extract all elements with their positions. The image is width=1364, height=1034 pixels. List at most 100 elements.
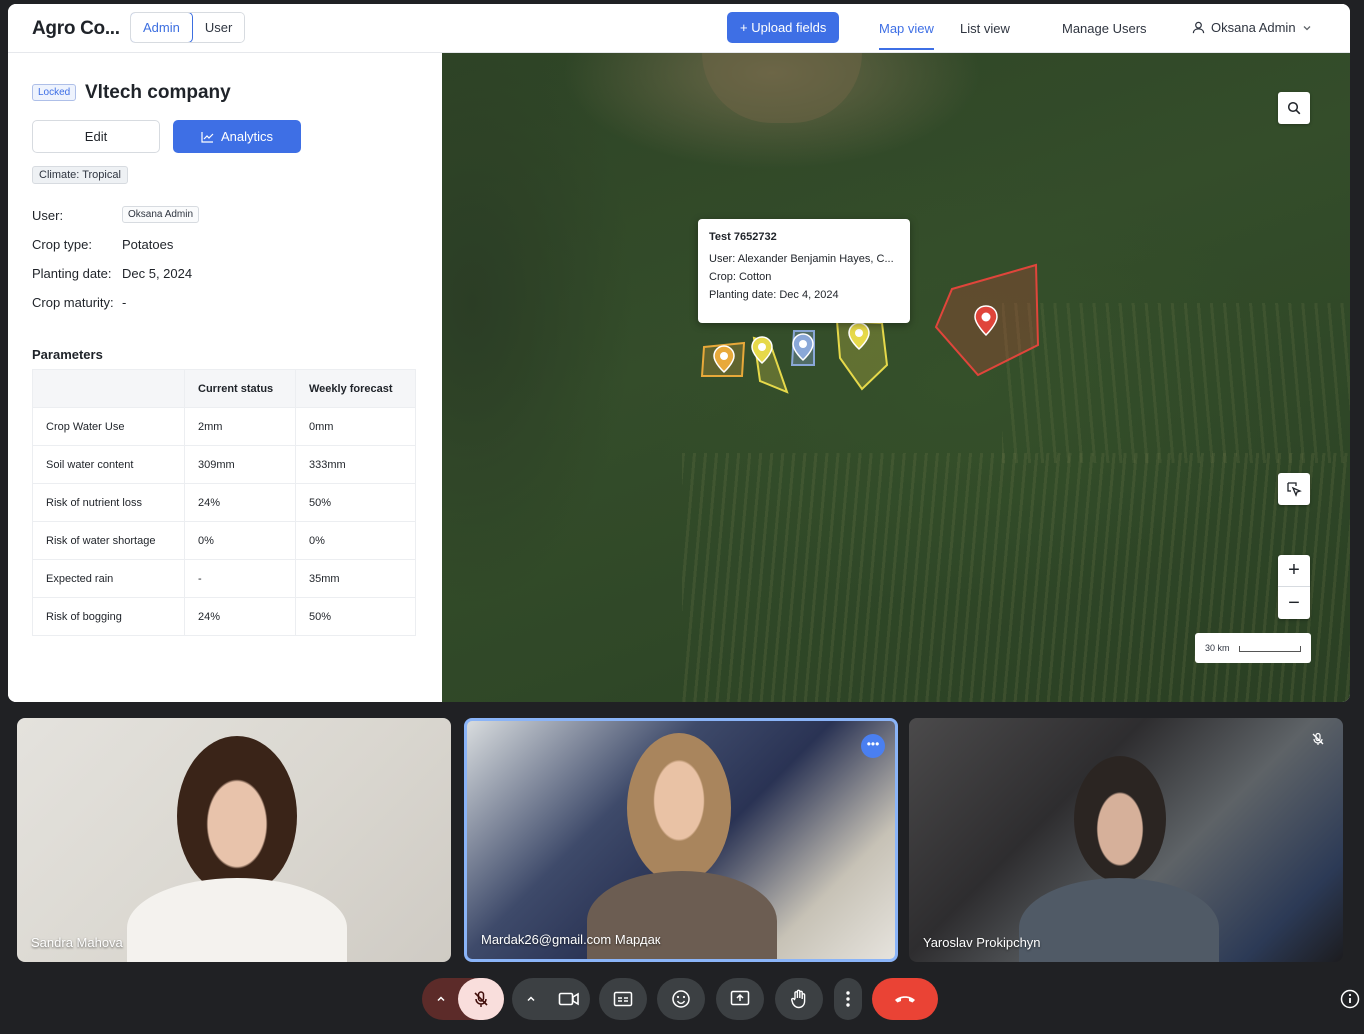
table-cell: 0mm (295, 407, 416, 446)
company-name: Vltech company (85, 82, 231, 103)
table-cell: Soil water content (32, 445, 185, 484)
participant-video (177, 736, 297, 896)
nav-map-view[interactable]: Map view (879, 21, 934, 50)
role-admin-button[interactable]: Admin (131, 13, 193, 42)
chevron-up-icon (527, 996, 535, 1002)
parameters-table: Current status Weekly forecast Crop Wate… (32, 369, 416, 636)
upload-fields-button[interactable]: + Upload fields (727, 12, 840, 43)
table-cell: 24% (184, 597, 296, 636)
table-cell: Risk of nutrient loss (32, 483, 185, 522)
camera-toggle-button[interactable] (548, 978, 590, 1020)
user-menu[interactable]: Oksana Admin (1192, 20, 1312, 35)
column-header: Current status (184, 369, 296, 408)
chevron-up-icon (437, 996, 445, 1002)
participant-video (627, 733, 731, 883)
mic-control-group (422, 978, 504, 1020)
crop-maturity-label: Crop maturity: (32, 295, 114, 310)
edit-button[interactable]: Edit (32, 120, 160, 153)
user-icon (1192, 21, 1205, 34)
camera-control-group (512, 978, 590, 1020)
analytics-label: Analytics (220, 129, 274, 144)
camera-options-button[interactable] (516, 978, 546, 1020)
scale-bar (1239, 646, 1301, 652)
present-screen-icon (730, 990, 750, 1006)
raise-hand-button[interactable] (775, 978, 823, 1020)
zoom-in-button[interactable]: + (1278, 555, 1310, 587)
table-cell: Expected rain (32, 559, 185, 598)
user-menu-label: Oksana Admin (1211, 20, 1296, 35)
participant-tile-active[interactable]: ••• Mardak26@gmail.com Мардак (464, 718, 898, 962)
video-camera-icon (558, 992, 579, 1006)
participant-video (1019, 878, 1219, 962)
meeting-info-icon[interactable] (1340, 989, 1360, 1009)
reactions-button[interactable] (657, 978, 705, 1020)
participant-tile[interactable]: Sandra Mahova (17, 718, 451, 962)
zoom-out-button[interactable]: − (1278, 587, 1310, 619)
map-scale: 30 km (1195, 633, 1311, 663)
table-row: Crop Water Use 2mm 0mm (32, 407, 416, 446)
analytics-button[interactable]: Analytics (173, 120, 301, 153)
participant-video (587, 871, 777, 959)
participant-name: Sandra Mahova (31, 935, 123, 950)
raise-hand-icon (791, 989, 806, 1009)
crop-type-label: Crop type: (32, 237, 92, 252)
participant-name: Mardak26@gmail.com Мардак (481, 932, 661, 947)
table-row: Risk of nutrient loss 24% 50% (32, 483, 416, 522)
map-search-button[interactable] (1278, 92, 1310, 124)
mic-off-icon (1312, 732, 1324, 745)
user-label: User: (32, 208, 64, 223)
field-popup: Test 7652732 User: Alexander Benjamin Ha… (698, 219, 910, 323)
parameters-title: Parameters (32, 347, 103, 362)
nav-manage-users[interactable]: Manage Users (1062, 21, 1147, 36)
more-options-icon[interactable]: ••• (861, 734, 885, 758)
table-cell: 333mm (295, 445, 416, 484)
popup-user: User: Alexander Benjamin Hayes, C... (709, 253, 894, 265)
table-cell: Risk of bogging (32, 597, 185, 636)
role-user-button[interactable]: User (192, 13, 245, 42)
closed-captions-icon (613, 991, 633, 1007)
more-options-button[interactable] (834, 978, 862, 1020)
planting-date-label: Planting date: (32, 266, 112, 281)
participant-name: Yaroslav Prokipchyn (923, 935, 1041, 950)
column-header (32, 369, 185, 408)
table-cell: 309mm (184, 445, 296, 484)
mic-options-button[interactable] (422, 978, 460, 1020)
popup-title: Test 7652732 (709, 231, 777, 243)
scale-label: 30 km (1205, 643, 1230, 653)
chevron-down-icon (1303, 25, 1311, 30)
field-overlays (700, 263, 1040, 394)
map-locate-button[interactable] (1278, 473, 1310, 505)
column-header: Weekly forecast (295, 369, 416, 408)
mic-toggle-button[interactable] (458, 978, 504, 1020)
top-bar: Agro Co... Admin User + Upload fields Ma… (8, 4, 1350, 53)
table-cell: 0% (184, 521, 296, 560)
crop-maturity-value: - (122, 295, 127, 310)
participant-tile[interactable]: Yaroslav Prokipchyn (909, 718, 1343, 962)
table-cell: - (184, 559, 296, 598)
hang-up-icon (895, 996, 915, 1003)
table-row: Expected rain -35mm (32, 559, 416, 598)
table-cell: Crop Water Use (32, 407, 185, 446)
popup-planting-date: Planting date: Dec 4, 2024 (709, 289, 839, 301)
climate-badge: Climate: Tropical (32, 166, 128, 184)
table-cell: 35mm (295, 559, 416, 598)
nav-list-view[interactable]: List view (960, 21, 1010, 36)
present-screen-button[interactable] (716, 978, 764, 1020)
search-icon (1287, 101, 1301, 115)
cursor-select-icon (1287, 482, 1302, 497)
brand-title: Agro Co... (32, 18, 120, 39)
table-cell: 2mm (184, 407, 296, 446)
captions-button[interactable] (599, 978, 647, 1020)
role-switch: Admin User (130, 12, 246, 43)
zoom-control: + − (1278, 555, 1310, 619)
table-cell: 0% (295, 521, 416, 560)
user-chip: Oksana Admin (122, 206, 200, 223)
table-row: Soil water content 309mm 333mm (32, 445, 416, 484)
end-call-button[interactable] (872, 978, 938, 1020)
company-panel: Locked Vltech company Edit Analytics Cli… (8, 53, 442, 702)
satellite-map[interactable]: Test 7652732 User: Alexander Benjamin Ha… (442, 53, 1350, 702)
mic-off-icon (474, 991, 488, 1007)
planting-date-value: Dec 5, 2024 (122, 266, 193, 281)
table-row: Risk of water shortage 0% 0% (32, 521, 416, 560)
more-vertical-icon (846, 991, 850, 1007)
